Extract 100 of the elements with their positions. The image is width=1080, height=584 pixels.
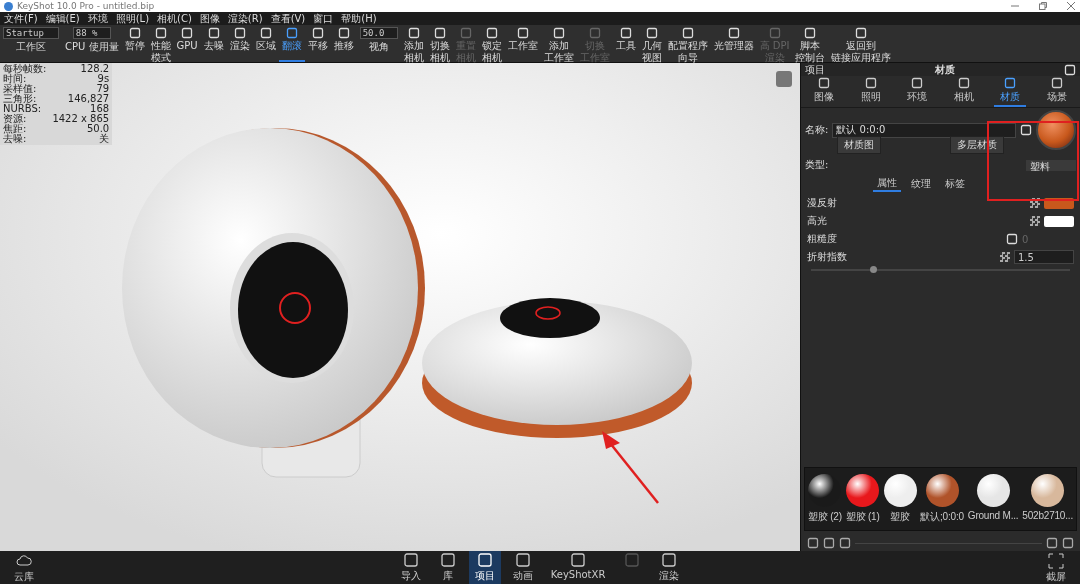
app-logo-icon — [4, 1, 13, 11]
restore-icon[interactable] — [1038, 1, 1048, 11]
toolbar-field[interactable]: 50.0 — [359, 27, 398, 39]
toolbar-button[interactable]: 去噪 — [200, 25, 227, 62]
toolbar-label: 视角 — [368, 42, 389, 52]
toolbar-button[interactable]: 工作室 — [504, 25, 541, 62]
toolbar-button[interactable]: GPU — [173, 25, 201, 62]
toolbar-button[interactable]: 几何 视图 — [638, 25, 665, 62]
menu-item[interactable]: 编辑(E) — [45, 12, 80, 25]
sub-tab[interactable]: 纹理 — [906, 176, 935, 192]
stat-label: 时间: — [3, 74, 28, 84]
toolbar-button[interactable]: 脚本 控制台 — [792, 25, 829, 62]
corner-frame-icon — [1048, 552, 1064, 569]
slider-icon — [1006, 233, 1018, 245]
bottom-tab[interactable]: 导入 — [394, 550, 427, 584]
toolbar-button[interactable]: 添加 相机 — [400, 25, 427, 62]
stat-label: NURBS: — [3, 104, 43, 114]
stat-value: 79 — [95, 84, 110, 94]
toolbar-button[interactable]: 渲染 — [226, 25, 253, 62]
color-swatch[interactable] — [1044, 197, 1074, 209]
panel-title: 材质 — [933, 62, 956, 77]
toolbar-field[interactable]: 88 % — [72, 27, 111, 39]
float-icon — [1064, 63, 1076, 76]
menu-item[interactable]: 环境 — [87, 12, 108, 25]
toolbar-label: 工作区 — [16, 42, 46, 52]
stat-label: 资源: — [3, 114, 28, 124]
bottom-tab[interactable]: KeyShotXR — [544, 550, 612, 584]
menu-item[interactable]: 帮助(H) — [341, 12, 377, 25]
menu-item[interactable]: 渲染(R) — [227, 12, 263, 25]
toolbar-button[interactable]: 添加 工作室 — [540, 25, 577, 62]
panel-tab[interactable]: 材质 — [994, 76, 1027, 107]
square-icon — [407, 27, 420, 39]
toolbar-button[interactable]: 配置程序 向导 — [664, 25, 711, 62]
square-icon — [1050, 77, 1063, 89]
menu-item[interactable]: 相机(C) — [157, 12, 192, 25]
toolbar-field[interactable]: Startup — [3, 27, 59, 39]
texture-icon[interactable] — [1000, 252, 1010, 262]
type-dropdown[interactable]: 塑料 — [1026, 159, 1076, 171]
toolbar-button[interactable]: 推移 — [330, 25, 357, 62]
cloud-icon — [16, 552, 32, 569]
property-label: 漫反射 — [807, 196, 838, 210]
square-icon — [233, 27, 246, 39]
square-icon — [207, 27, 220, 39]
panel-tab[interactable]: 图像 — [808, 76, 841, 107]
cloud-library-button[interactable]: 云库 — [8, 551, 40, 584]
name-field[interactable]: 默认 0:0:0 — [832, 122, 1016, 138]
toolbar-button[interactable]: 平移 — [304, 25, 331, 62]
menu-item[interactable]: 窗口 — [313, 12, 334, 25]
property-field[interactable]: 1.5 — [1014, 250, 1074, 264]
square-icon — [516, 27, 529, 39]
close-icon[interactable] — [1066, 1, 1076, 11]
list-view-icon — [807, 537, 819, 549]
toolbar-button[interactable]: 切换 相机 — [426, 25, 453, 62]
bottom-tab[interactable]: 动画 — [506, 550, 539, 584]
menu-item[interactable]: 照明(L) — [115, 12, 150, 25]
color-swatch[interactable] — [1044, 215, 1074, 227]
stat-value: 1422 x 865 — [52, 114, 110, 124]
screenshot-button[interactable]: 截屏 — [1040, 551, 1072, 584]
toolbar-button[interactable]: 暂停 — [121, 25, 148, 62]
square-icon — [337, 27, 350, 39]
menu-item[interactable]: 文件(F) — [4, 12, 38, 25]
panel-tab[interactable]: 照明 — [854, 76, 887, 107]
toolbar-button[interactable]: 返回到 链接应用程序 — [828, 25, 895, 62]
sub-tab[interactable]: 标签 — [940, 176, 969, 192]
toolbar-button[interactable]: 光管理器 — [710, 25, 757, 62]
bottom-tab[interactable]: 项目 — [468, 550, 501, 584]
toolbar-button[interactable]: 工具 — [612, 25, 639, 62]
square-icon — [911, 77, 924, 89]
toolbar-button[interactable]: 锁定 相机 — [478, 25, 505, 62]
square-icon — [433, 27, 446, 39]
slider-thumb[interactable] — [870, 266, 878, 273]
square-icon — [645, 27, 658, 39]
zoom-out-icon — [839, 537, 851, 549]
grid-view-icon — [823, 537, 835, 549]
bottom-tab[interactable]: 库 — [432, 550, 463, 584]
square-icon — [514, 551, 531, 568]
name-label: 名称: — [805, 123, 829, 137]
panel-tab[interactable]: 场景 — [1040, 76, 1073, 107]
square-icon — [818, 77, 831, 89]
toolbar-button[interactable]: 区域 — [252, 25, 279, 62]
square-icon — [439, 551, 456, 568]
panel-tab[interactable]: 相机 — [947, 76, 980, 107]
window-title: KeyShot 10.0 Pro - untitled.bip — [17, 1, 155, 11]
panel-tab[interactable]: 项目 — [805, 62, 825, 77]
square-icon — [154, 27, 167, 39]
square-icon — [619, 27, 632, 39]
menu-item[interactable]: 图像 — [199, 12, 220, 25]
stat-label: 三角形: — [3, 94, 37, 104]
stat-label: 去噪: — [3, 134, 28, 144]
sub-tab[interactable]: 属性 — [872, 176, 901, 192]
square-icon — [402, 551, 419, 568]
stat-value: 9s — [96, 74, 110, 84]
panel-tab[interactable]: 环境 — [901, 76, 934, 107]
stat-value: 128.2 — [79, 64, 110, 74]
zoom-in-icon — [1046, 537, 1058, 549]
menu-item[interactable]: 查看(V) — [270, 12, 306, 25]
toolbar-button[interactable]: 性能 模式 — [147, 25, 174, 62]
material-preview — [1036, 110, 1076, 150]
filter-icon — [1062, 537, 1074, 549]
bottom-tab[interactable]: 渲染 — [653, 550, 686, 584]
